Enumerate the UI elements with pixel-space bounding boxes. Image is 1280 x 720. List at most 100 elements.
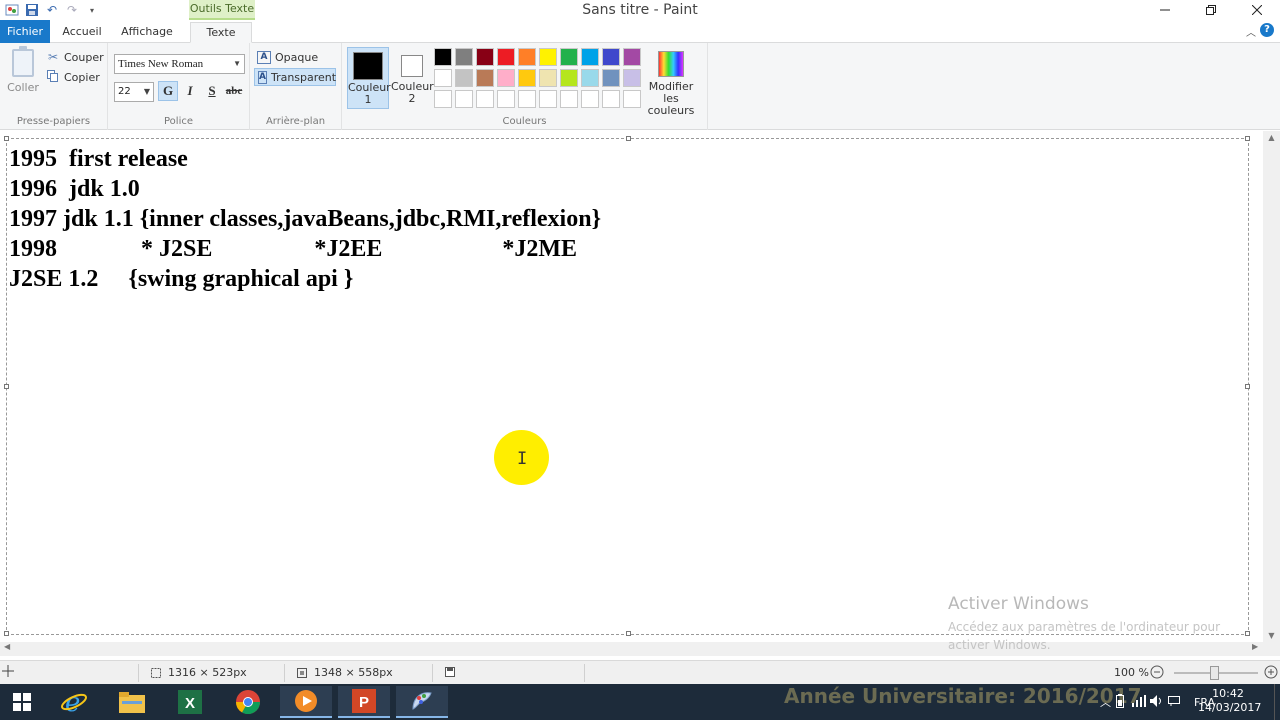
minimize-button[interactable] <box>1142 0 1188 20</box>
paint-app-icon[interactable] <box>4 2 20 18</box>
start-button[interactable] <box>0 686 44 718</box>
close-button[interactable] <box>1234 0 1280 20</box>
svg-text:X: X <box>185 695 195 712</box>
palette-color-swatch[interactable] <box>539 90 557 108</box>
undo-icon[interactable]: ↶ <box>44 2 60 18</box>
scroll-left-icon[interactable]: ◀ <box>4 642 10 651</box>
palette-color-swatch[interactable] <box>497 69 515 87</box>
canvas-text-line[interactable]: 1996 jdk 1.0 <box>9 176 140 203</box>
palette-color-swatch[interactable] <box>602 48 620 66</box>
powerpoint-icon[interactable]: P <box>338 686 390 718</box>
zoom-in-icon[interactable] <box>1264 665 1278 679</box>
minimize-ribbon-icon[interactable]: ︿ <box>1246 24 1256 39</box>
cut-button[interactable]: ✂ Couper <box>46 48 104 66</box>
underline-button[interactable]: S <box>202 81 222 101</box>
font-size-select[interactable]: 22 ▼ <box>114 82 154 102</box>
restore-button[interactable] <box>1188 0 1234 20</box>
edit-colors-button[interactable]: Modifier les couleurs <box>640 47 702 117</box>
color1-button[interactable]: Couleur 1 <box>347 47 391 109</box>
palette-color-swatch[interactable] <box>518 69 536 87</box>
show-hidden-icons[interactable]: ︿ <box>1100 694 1114 710</box>
palette-color-swatch[interactable] <box>434 48 452 66</box>
paste-button[interactable]: Coller <box>6 46 40 99</box>
customize-qat-icon[interactable]: ▾ <box>84 2 100 18</box>
canvas-text-line[interactable]: 1997 jdk 1.1 {inner classes,javaBeans,jd… <box>9 206 601 233</box>
scroll-down-icon[interactable]: ▼ <box>1263 631 1280 640</box>
canvas-text-line[interactable]: 1995 first release <box>9 146 188 173</box>
vertical-scrollbar[interactable]: ▲ ▼ <box>1263 131 1280 656</box>
resize-handle[interactable] <box>626 136 631 141</box>
bold-button[interactable]: G <box>158 81 178 101</box>
zoom-slider-thumb[interactable] <box>1210 666 1219 680</box>
resize-handle[interactable] <box>4 136 9 141</box>
notification-icon[interactable] <box>1168 695 1186 709</box>
palette-color-swatch[interactable] <box>623 90 641 108</box>
palette-color-swatch[interactable] <box>623 69 641 87</box>
palette-color-swatch[interactable] <box>497 48 515 66</box>
palette-color-swatch[interactable] <box>560 69 578 87</box>
palette-color-swatch[interactable] <box>434 90 452 108</box>
internet-explorer-icon[interactable]: e <box>48 686 100 718</box>
scroll-up-icon[interactable]: ▲ <box>1263 133 1280 142</box>
palette-color-swatch[interactable] <box>497 90 515 108</box>
palette-color-swatch[interactable] <box>623 48 641 66</box>
tab-view[interactable]: Affichage <box>116 22 178 43</box>
palette-color-swatch[interactable] <box>581 48 599 66</box>
palette-color-swatch[interactable] <box>455 48 473 66</box>
drawing-canvas[interactable]: 1995 first release 1996 jdk 1.0 1997 jdk… <box>4 136 1250 636</box>
resize-handle[interactable] <box>4 631 9 636</box>
file-explorer-icon[interactable] <box>106 686 158 718</box>
chevron-down-icon: ▼ <box>143 87 150 96</box>
palette-color-swatch[interactable] <box>455 69 473 87</box>
tab-file[interactable]: Fichier <box>0 20 50 43</box>
help-icon[interactable]: ? <box>1260 23 1274 37</box>
network-icon[interactable] <box>1132 694 1150 710</box>
palette-color-swatch[interactable] <box>434 69 452 87</box>
clock[interactable]: 10:42 14/03/2017 <box>1198 687 1261 715</box>
tab-home[interactable]: Accueil <box>56 22 108 43</box>
color2-button[interactable]: Couleur 2 <box>391 47 434 109</box>
palette-color-swatch[interactable] <box>581 69 599 87</box>
palette-color-swatch[interactable] <box>602 69 620 87</box>
palette-color-swatch[interactable] <box>539 48 557 66</box>
resize-handle[interactable] <box>1245 384 1250 389</box>
redo-icon[interactable]: ↷ <box>64 2 80 18</box>
palette-color-swatch[interactable] <box>560 48 578 66</box>
palette-color-swatch[interactable] <box>539 69 557 87</box>
tab-text[interactable]: Texte <box>190 22 252 43</box>
zoom-out-icon[interactable] <box>1150 665 1164 679</box>
scroll-right-icon[interactable]: ▶ <box>1252 642 1258 651</box>
palette-color-swatch[interactable] <box>476 90 494 108</box>
transparent-button[interactable]: A Transparent <box>254 68 336 86</box>
italic-button[interactable]: I <box>180 81 200 101</box>
palette-color-swatch[interactable] <box>476 48 494 66</box>
palette-color-swatch[interactable] <box>455 90 473 108</box>
media-player-icon[interactable] <box>280 686 332 718</box>
clipboard-icon <box>12 46 34 77</box>
excel-icon[interactable]: X <box>164 686 216 718</box>
palette-color-swatch[interactable] <box>518 48 536 66</box>
show-desktop-button[interactable] <box>1274 684 1280 720</box>
save-icon[interactable] <box>24 2 40 18</box>
font-family-select[interactable]: Times New Roman ▼ <box>114 54 245 74</box>
copy-button[interactable]: Copier <box>46 68 100 86</box>
palette-color-swatch[interactable] <box>560 90 578 108</box>
palette-color-swatch[interactable] <box>476 69 494 87</box>
palette-color-swatch[interactable] <box>602 90 620 108</box>
paint-taskbar-icon[interactable] <box>396 686 448 718</box>
strikethrough-button[interactable]: abc <box>224 81 244 101</box>
move-cursor-icon <box>2 665 14 677</box>
canvas-text-line[interactable]: 1998 * J2SE *J2EE *J2ME <box>9 236 577 263</box>
battery-icon[interactable] <box>1116 693 1132 711</box>
resize-handle[interactable] <box>1245 136 1250 141</box>
canvas-text-line[interactable]: J2SE 1.2 {swing graphical api } <box>9 266 353 293</box>
volume-icon[interactable] <box>1150 694 1168 710</box>
palette-color-swatch[interactable] <box>518 90 536 108</box>
palette-color-swatch[interactable] <box>581 90 599 108</box>
chrome-icon[interactable] <box>222 686 274 718</box>
course-year-overlay: Année Universitaire: 2016/2017 <box>784 684 1142 708</box>
opaque-button[interactable]: A Opaque <box>254 48 336 66</box>
file-size-icon <box>444 666 456 678</box>
resize-handle[interactable] <box>4 384 9 389</box>
resize-handle[interactable] <box>626 631 631 636</box>
